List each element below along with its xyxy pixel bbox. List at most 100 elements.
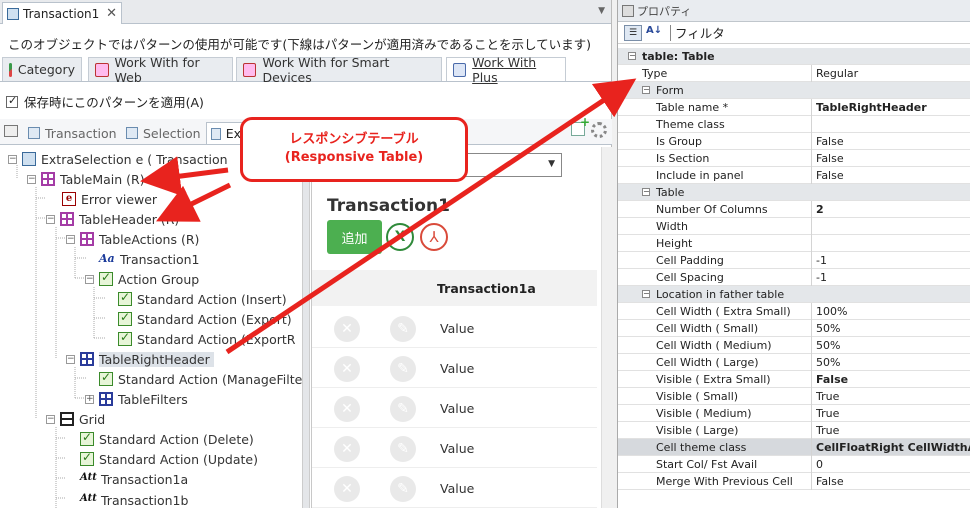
property-row[interactable]: Merge With Previous Cell False bbox=[618, 473, 970, 490]
property-value[interactable]: 100% bbox=[816, 305, 970, 318]
chevron-down-icon[interactable]: ▼ bbox=[598, 6, 605, 16]
property-row[interactable]: Cell Width ( Medium) 50% bbox=[618, 337, 970, 354]
property-row[interactable]: Table name * TableRightHeader bbox=[618, 99, 970, 116]
splitter[interactable] bbox=[302, 147, 310, 508]
collapse-icon[interactable]: − bbox=[628, 52, 636, 60]
tree-item-action-group[interactable]: − Action Group bbox=[85, 270, 199, 288]
property-row[interactable]: Cell Spacing -1 bbox=[618, 269, 970, 286]
property-row[interactable]: Number Of Columns 2 bbox=[618, 201, 970, 218]
edit-icon[interactable]: ✎ bbox=[390, 356, 416, 382]
sort-alphabetical-icon[interactable]: A↓ bbox=[646, 25, 662, 41]
tree-item-action-update[interactable]: Standard Action (Update) bbox=[80, 450, 258, 468]
pdf-export-icon[interactable]: ⅄ bbox=[420, 223, 448, 251]
property-row[interactable]: Width bbox=[618, 218, 970, 235]
tree-item-grid[interactable]: − Grid bbox=[46, 410, 105, 428]
tab-work-with-smart-devices[interactable]: Work With for Smart Devices bbox=[236, 55, 442, 85]
property-value[interactable]: False bbox=[816, 373, 970, 386]
tree-item-tablemain[interactable]: − TableMain (R) bbox=[27, 170, 145, 188]
scrollbar[interactable] bbox=[601, 147, 612, 508]
add-instance-icon[interactable] bbox=[571, 115, 590, 136]
property-value[interactable]: 0 bbox=[816, 458, 970, 471]
property-row[interactable]: Visible ( Extra Small) False bbox=[618, 371, 970, 388]
collapse-icon[interactable]: − bbox=[66, 354, 75, 364]
property-row[interactable]: Cell Padding -1 bbox=[618, 252, 970, 269]
tab-work-with-plus[interactable]: Work With Plus bbox=[446, 55, 566, 85]
property-value[interactable]: False bbox=[816, 135, 970, 148]
tree-item-transaction1b[interactable]: Att Transaction1b bbox=[80, 491, 188, 508]
tree-item-action-exportr[interactable]: Standard Action (ExportR bbox=[118, 330, 295, 348]
apply-on-save-option[interactable]: 保存時にこのパターンを適用(A) bbox=[6, 92, 204, 111]
property-value[interactable]: True bbox=[816, 407, 970, 420]
property-value[interactable]: True bbox=[816, 424, 970, 437]
tree-item-root[interactable]: − ExtraSelection e ( Transaction bbox=[8, 150, 228, 168]
delete-icon[interactable]: ✕ bbox=[334, 436, 360, 462]
tree-item-action-export[interactable]: Standard Action (Export) bbox=[118, 310, 292, 328]
property-row[interactable]: Cell Width ( Small) 50% bbox=[618, 320, 970, 337]
tree-item-action-insert[interactable]: Standard Action (Insert) bbox=[118, 290, 287, 308]
property-row[interactable]: Theme class bbox=[618, 116, 970, 133]
delete-icon[interactable]: ✕ bbox=[334, 316, 360, 342]
collapse-icon[interactable]: − bbox=[46, 414, 55, 424]
tree-item-transaction1[interactable]: Aa Transaction1 bbox=[99, 250, 199, 268]
delete-icon[interactable]: ✕ bbox=[334, 396, 360, 422]
property-value[interactable]: 50% bbox=[816, 322, 970, 335]
preview-add-button[interactable]: 追加 bbox=[327, 220, 382, 254]
excel-export-icon[interactable]: X bbox=[386, 223, 414, 251]
gear-icon[interactable] bbox=[591, 122, 607, 138]
property-row[interactable]: Visible ( Medium) True bbox=[618, 405, 970, 422]
property-value[interactable]: -1 bbox=[816, 254, 970, 267]
collapse-icon[interactable]: − bbox=[85, 274, 94, 284]
collapse-icon[interactable]: − bbox=[27, 174, 36, 184]
tree-item-transaction1a[interactable]: Att Transaction1a bbox=[80, 470, 188, 488]
edit-icon[interactable]: ✎ bbox=[390, 396, 416, 422]
edit-icon[interactable]: ✎ bbox=[390, 436, 416, 462]
categorized-view-icon[interactable]: ☰ bbox=[624, 24, 642, 41]
tree-item-tablerightheader[interactable]: − TableRightHeader bbox=[66, 350, 214, 368]
property-value[interactable]: 50% bbox=[816, 356, 970, 369]
property-value[interactable]: CellFloatRight CellWidthAut bbox=[816, 441, 970, 454]
collapse-icon[interactable]: − bbox=[66, 234, 75, 244]
tree-item-action-managefilters[interactable]: Standard Action (ManageFilte bbox=[99, 370, 302, 388]
delete-icon[interactable]: ✕ bbox=[334, 356, 360, 382]
collapse-icon[interactable]: − bbox=[642, 290, 650, 298]
property-row[interactable]: Cell Width ( Large) 50% bbox=[618, 354, 970, 371]
property-value[interactable]: False bbox=[816, 475, 970, 488]
property-row[interactable]: Start Col/ Fst Avail 0 bbox=[618, 456, 970, 473]
tab-category[interactable]: Category bbox=[2, 57, 82, 81]
property-value[interactable]: False bbox=[816, 169, 970, 182]
delete-icon[interactable]: ✕ bbox=[334, 476, 360, 502]
property-value[interactable]: -1 bbox=[816, 271, 970, 284]
property-group[interactable]: − Form bbox=[618, 82, 970, 99]
close-icon[interactable]: ✕ bbox=[106, 6, 117, 21]
property-value[interactable]: False bbox=[816, 152, 970, 165]
property-row[interactable]: Is Group False bbox=[618, 133, 970, 150]
property-row[interactable]: Cell theme class CellFloatRight CellWidth… bbox=[618, 439, 970, 456]
expand-icon[interactable]: + bbox=[85, 394, 94, 404]
tab-transaction[interactable]: Transaction bbox=[24, 122, 121, 144]
property-row[interactable]: Include in panel False bbox=[618, 167, 970, 184]
property-value[interactable]: 50% bbox=[816, 339, 970, 352]
property-group[interactable]: − Table bbox=[618, 184, 970, 201]
property-value[interactable]: Regular bbox=[816, 67, 970, 80]
collapse-icon[interactable]: − bbox=[642, 188, 650, 196]
tree-item-tablefilters[interactable]: + TableFilters bbox=[85, 390, 188, 408]
document-tab[interactable]: Transaction1 ✕ bbox=[2, 2, 122, 24]
property-row[interactable]: Type Regular bbox=[618, 65, 970, 82]
apply-on-save-checkbox[interactable] bbox=[6, 94, 18, 108]
property-value[interactable]: 2 bbox=[816, 203, 970, 216]
property-group[interactable]: − Location in father table bbox=[618, 286, 970, 303]
property-value[interactable]: TableRightHeader bbox=[816, 101, 970, 114]
property-row[interactable]: Is Section False bbox=[618, 150, 970, 167]
collapse-icon[interactable]: − bbox=[642, 86, 650, 94]
filter-button[interactable]: フィルタ bbox=[675, 23, 725, 42]
tree-item-action-delete[interactable]: Standard Action (Delete) bbox=[80, 430, 254, 448]
property-row[interactable]: Height bbox=[618, 235, 970, 252]
property-row[interactable]: Visible ( Small) True bbox=[618, 388, 970, 405]
property-row[interactable]: Cell Width ( Extra Small) 100% bbox=[618, 303, 970, 320]
tree-item-error-viewer[interactable]: e Error viewer bbox=[62, 190, 157, 208]
collapse-icon[interactable]: − bbox=[46, 214, 55, 224]
tab-selection[interactable]: Selection bbox=[122, 122, 205, 144]
collapse-icon[interactable]: − bbox=[8, 154, 17, 164]
tree-item-tableheader[interactable]: − TableHeader (R) bbox=[46, 210, 179, 228]
tree-view-icon[interactable] bbox=[4, 125, 18, 137]
